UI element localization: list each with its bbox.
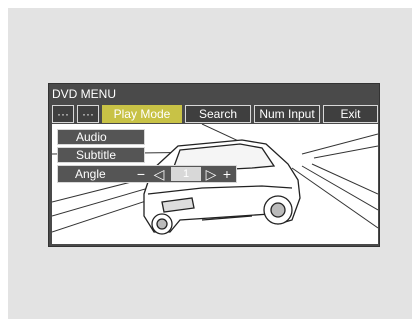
angle-plus-button[interactable]: + <box>220 166 234 182</box>
angle-left-arrow-icon[interactable]: ◁ <box>152 166 166 182</box>
angle-control: Angle − ◁ 1 ▷ + <box>57 165 237 183</box>
submenu-item-angle[interactable]: Angle <box>75 166 106 182</box>
dvd-menu-screen: DVD MENU ··· ··· Play Mode Search Num In… <box>48 83 380 247</box>
angle-minus-button[interactable]: − <box>134 166 148 182</box>
tab-more-1[interactable]: ··· <box>52 105 74 123</box>
tab-search[interactable]: Search <box>185 105 251 123</box>
tab-more-2[interactable]: ··· <box>77 105 99 123</box>
menu-title: DVD MENU <box>49 84 379 104</box>
submenu-item-subtitle[interactable]: Subtitle <box>57 147 145 163</box>
angle-value: 1 <box>171 167 201 181</box>
tab-num-input[interactable]: Num Input <box>254 105 320 123</box>
tab-exit[interactable]: Exit <box>323 105 378 123</box>
menu-tabs: ··· ··· Play Mode Search Num Input Exit <box>52 105 378 123</box>
submenu-item-audio[interactable]: Audio <box>57 129 145 145</box>
tab-play-mode[interactable]: Play Mode <box>102 105 182 123</box>
angle-right-arrow-icon[interactable]: ▷ <box>204 166 218 182</box>
